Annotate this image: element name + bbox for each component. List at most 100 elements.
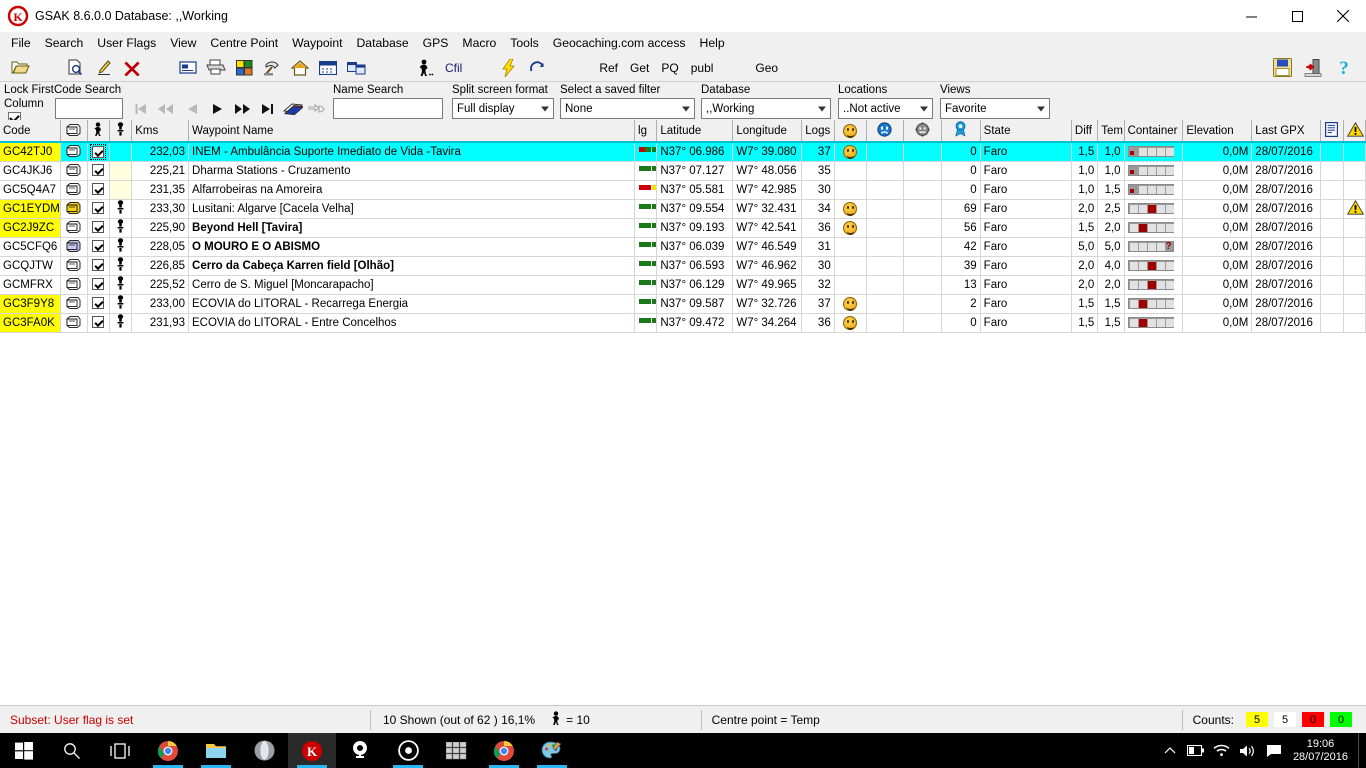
cell-cachetype[interactable] [60, 256, 88, 276]
cell-found[interactable] [87, 256, 110, 276]
cell-flag[interactable] [109, 180, 133, 200]
table-row[interactable]: GC1EYDM 233,30 Lusitani: Algarve [Cacela V… [0, 199, 1366, 219]
gsak-taskbar-icon[interactable]: K [288, 733, 336, 768]
cell-elev[interactable]: 0,0M [1182, 275, 1253, 295]
grid-header-happy[interactable] [834, 120, 868, 143]
cell-terr[interactable]: 2,5 [1097, 199, 1125, 219]
table-row[interactable]: GC3FA0K 231,93 ECOVIA do LITORAL - Entre C… [0, 313, 1366, 333]
cell-terr[interactable]: 1,5 [1097, 294, 1125, 314]
person-icon[interactable] [412, 56, 440, 80]
pq-button[interactable]: PQ [655, 61, 684, 75]
menu-user-flags[interactable]: User Flags [90, 34, 163, 52]
cell-state[interactable]: Faro [980, 294, 1072, 314]
cell-container[interactable] [1124, 256, 1184, 276]
cell-elev[interactable]: 0,0M [1182, 161, 1253, 181]
cell-lat[interactable]: N37° 09.193 [656, 218, 734, 238]
cell-name[interactable]: ECOVIA do LITORAL - Recarrega Energia [188, 294, 636, 314]
found-checkbox[interactable] [92, 259, 105, 272]
cell-state[interactable]: Faro [980, 199, 1072, 219]
cell-lg[interactable] [634, 180, 658, 200]
cell-diff[interactable]: 2,0 [1071, 275, 1099, 295]
cell-code[interactable]: GC3FA0K [0, 313, 62, 333]
menu-tools[interactable]: Tools [503, 34, 545, 52]
cell-found[interactable] [87, 199, 110, 219]
views-select[interactable]: Favorite [940, 98, 1050, 119]
code-search-input[interactable] [55, 98, 123, 119]
cell-flag[interactable] [109, 142, 133, 162]
refresh-icon[interactable] [523, 56, 551, 80]
cell-lg[interactable] [634, 294, 658, 314]
found-checkbox[interactable] [92, 164, 105, 177]
cell-name[interactable]: O MOURO E O ABISMO [188, 237, 636, 257]
table-row[interactable]: GC42TJ0 232,03 INEM - Ambulância Suporte I… [0, 142, 1366, 162]
publ-button[interactable]: publ [685, 61, 720, 75]
database-icon[interactable] [342, 56, 370, 80]
cell-sad[interactable] [866, 180, 904, 200]
cell-diff[interactable]: 1,5 [1071, 313, 1099, 333]
last-record-icon[interactable] [258, 100, 278, 118]
grid-header-container[interactable]: Container [1124, 120, 1184, 143]
cell-lg[interactable] [634, 256, 658, 276]
cell-gear[interactable] [903, 237, 943, 257]
cell-warn[interactable] [1343, 218, 1366, 238]
cell-container[interactable] [1124, 199, 1184, 219]
cell-lon[interactable]: W7° 39.080 [732, 142, 803, 162]
cell-lon[interactable]: W7° 42.985 [732, 180, 803, 200]
cell-sad[interactable] [866, 237, 904, 257]
cell-gear[interactable] [903, 180, 943, 200]
cell-lat[interactable]: N37° 06.039 [656, 237, 734, 257]
cell-kms[interactable]: 231,93 [131, 313, 190, 333]
cell-gear[interactable] [903, 275, 943, 295]
target-icon[interactable] [384, 733, 432, 768]
show-desktop-button[interactable] [1358, 733, 1366, 768]
cell-happy[interactable] [834, 161, 868, 181]
cell-cachetype[interactable] [60, 218, 88, 238]
cell-code[interactable]: GC42TJ0 [0, 142, 62, 162]
cell-cachetype[interactable] [60, 294, 88, 314]
cell-fav[interactable]: 0 [941, 180, 981, 200]
menu-geocaching-access[interactable]: Geocaching.com access [546, 34, 693, 52]
cell-note[interactable] [1320, 180, 1344, 200]
table-row[interactable]: GC3F9Y8 233,00 ECOVIA do LITORAL - Recarre… [0, 294, 1366, 314]
cell-warn[interactable] [1343, 142, 1366, 162]
grid-header-lon[interactable]: Longitude [732, 120, 803, 143]
cell-lastgpx[interactable]: 28/07/2016 [1251, 180, 1322, 200]
cell-container[interactable] [1124, 161, 1184, 181]
cell-container[interactable] [1124, 218, 1184, 238]
cell-code[interactable]: GC5Q4A7 [0, 180, 62, 200]
cell-happy[interactable] [834, 294, 868, 314]
get-button[interactable]: Get [624, 61, 655, 75]
cell-happy[interactable] [834, 180, 868, 200]
cell-found[interactable] [87, 218, 110, 238]
cell-elev[interactable]: 0,0M [1182, 199, 1253, 219]
hammer-icon[interactable] [258, 56, 286, 80]
bookmark-icon[interactable] [282, 99, 304, 117]
split-screen-format-select[interactable]: Full display [452, 98, 554, 119]
cell-warn[interactable] [1343, 256, 1366, 276]
cell-diff[interactable]: 1,0 [1071, 180, 1099, 200]
grid-header-name[interactable]: Waypoint Name [188, 120, 636, 143]
previous-record-icon[interactable] [182, 100, 202, 118]
cell-logs[interactable]: 37 [801, 294, 835, 314]
grid-header-cachetype[interactable] [60, 120, 88, 143]
cell-lastgpx[interactable]: 28/07/2016 [1251, 294, 1322, 314]
cell-sad[interactable] [866, 294, 904, 314]
cell-kms[interactable]: 228,05 [131, 237, 190, 257]
cell-name[interactable]: Cerro da Cabeça Karren field [Olhão] [188, 256, 636, 276]
cell-flag[interactable] [109, 218, 133, 238]
menu-help[interactable]: Help [693, 34, 732, 52]
cell-fav[interactable]: 69 [941, 199, 981, 219]
cell-fav[interactable]: 0 [941, 142, 981, 162]
cell-logs[interactable]: 34 [801, 199, 835, 219]
cell-lastgpx[interactable]: 28/07/2016 [1251, 275, 1322, 295]
cell-code[interactable]: GC2J9ZC [0, 218, 62, 238]
cell-warn[interactable] [1343, 161, 1366, 181]
cell-lat[interactable]: N37° 09.472 [656, 313, 734, 333]
cell-kms[interactable]: 232,03 [131, 142, 190, 162]
preview-icon[interactable] [62, 56, 90, 80]
cell-warn[interactable] [1343, 313, 1366, 333]
cell-terr[interactable]: 2,0 [1097, 275, 1125, 295]
cell-flag[interactable] [109, 256, 133, 276]
chrome-icon-2[interactable] [480, 733, 528, 768]
cell-fav[interactable]: 56 [941, 218, 981, 238]
